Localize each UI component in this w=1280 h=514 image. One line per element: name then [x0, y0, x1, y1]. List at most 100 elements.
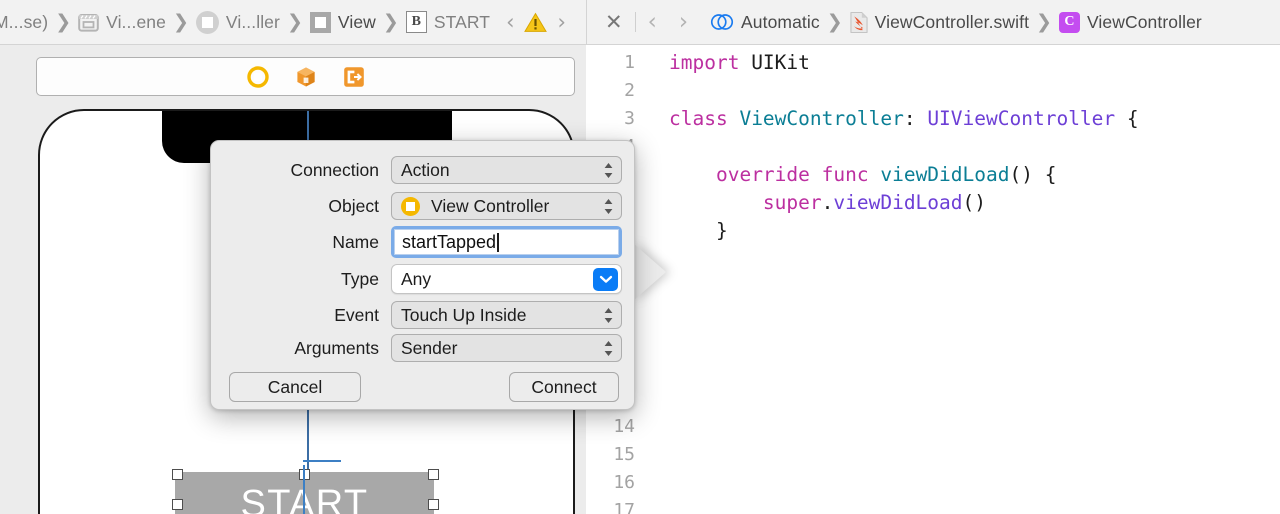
view-icon — [309, 11, 331, 33]
breadcrumb-label-project: M...se) — [0, 11, 49, 32]
code-token: ViewController — [739, 107, 904, 130]
form-row-arguments: Arguments Sender — [211, 333, 636, 363]
chevron-updown-icon — [601, 196, 615, 216]
connection-popup[interactable]: Action — [391, 156, 622, 184]
form-row-name: Name startTapped — [211, 225, 636, 259]
arguments-popup[interactable]: Sender — [391, 334, 622, 362]
code-token: : — [903, 107, 928, 130]
forward-button[interactable]: › — [679, 10, 688, 34]
breadcrumb-item-automatic[interactable]: Automatic — [710, 11, 820, 33]
class-icon: C — [1058, 11, 1080, 33]
breadcrumb-separator: ❯ — [1036, 10, 1052, 33]
arguments-value: Sender — [401, 337, 458, 358]
selection-handle-middle-left[interactable] — [172, 499, 183, 510]
line-number: 3 — [624, 108, 635, 129]
breadcrumb-label-button: START — [433, 11, 491, 32]
back-button[interactable]: ‹ — [648, 10, 657, 34]
exit-icon[interactable] — [343, 66, 365, 88]
label-event: Event — [334, 304, 379, 325]
text-caret — [497, 232, 499, 252]
issue-navigation-group: ‹ › — [506, 11, 566, 33]
breadcrumb-item-button[interactable]: B START — [405, 11, 491, 33]
code-line[interactable]: import UIKit — [669, 49, 810, 77]
breadcrumb-separator: ❯ — [55, 10, 72, 33]
form-row-event: Event Touch Up Inside — [211, 300, 636, 330]
scene-dock — [36, 57, 575, 96]
object-value: View Controller — [431, 195, 550, 216]
breadcrumb-separator: ❯ — [382, 10, 399, 33]
breadcrumb-separator: ❯ — [286, 10, 303, 33]
xcode-window: M...se) ❯ Vi...ene ❯ Vi...ller ❯ View — [0, 0, 1280, 514]
selection-handle-top-left[interactable] — [172, 469, 183, 480]
assistant-icon — [710, 11, 734, 33]
first-responder-icon[interactable] — [296, 66, 316, 88]
chevron-down-icon[interactable] — [593, 267, 618, 291]
breadcrumb-item-view-controller[interactable]: Vi...ller — [195, 10, 280, 34]
connect-button[interactable]: Connect — [509, 372, 619, 402]
chevron-updown-icon — [601, 305, 615, 325]
code-line[interactable]: super.viewDidLoad() — [669, 189, 986, 217]
breadcrumb-item-view[interactable]: View — [309, 11, 376, 33]
code-token: class — [669, 107, 728, 130]
label-type: Type — [341, 268, 379, 289]
code-token: UIViewController — [927, 107, 1116, 130]
form-row-type: Type Any — [211, 263, 636, 295]
button-icon: B — [405, 11, 427, 33]
code-token: { — [1115, 107, 1139, 130]
previous-issue-button[interactable]: ‹ — [506, 11, 514, 33]
event-popup[interactable]: Touch Up Inside — [391, 301, 622, 329]
breadcrumb-separator: ❯ — [826, 10, 843, 33]
warning-triangle-icon[interactable] — [524, 12, 548, 33]
line-number: 15 — [613, 444, 635, 465]
breadcrumb-item-project[interactable]: M...se) — [0, 12, 48, 33]
line-number: 17 — [613, 500, 635, 514]
line-number: 16 — [613, 472, 635, 493]
chevron-updown-icon — [601, 160, 615, 180]
code-token: () — [962, 191, 986, 214]
form-row-object: Object View Controller — [211, 191, 636, 221]
name-input-value: startTapped — [402, 231, 497, 252]
constraint-tick-top — [303, 460, 341, 463]
code-line[interactable]: override func viewDidLoad() { — [669, 161, 1056, 189]
popover-arrow — [633, 243, 666, 301]
cancel-button[interactable]: Cancel — [229, 372, 361, 402]
swift-file-icon — [850, 11, 868, 33]
label-arguments: Arguments — [294, 337, 379, 358]
breadcrumb-label-class: ViewController — [1086, 11, 1202, 32]
code-token: import — [669, 51, 740, 74]
code-line[interactable]: } — [669, 217, 728, 245]
view-controller-dock-icon[interactable] — [246, 65, 269, 88]
code-token: . — [821, 191, 834, 214]
selection-handle-middle-right[interactable] — [428, 499, 439, 510]
breadcrumb-label-automatic: Automatic — [741, 11, 820, 32]
breadcrumb-item-swift-file[interactable]: ViewController.swift — [850, 11, 1029, 33]
breadcrumb-item-class[interactable]: C ViewController — [1058, 11, 1202, 33]
event-value: Touch Up Inside — [401, 304, 527, 325]
divider — [634, 12, 636, 32]
selection-handle-top-right[interactable] — [428, 469, 439, 480]
close-editor-button[interactable]: ✕ — [605, 11, 623, 33]
breadcrumb-item-storyboard[interactable]: Vi...ene — [78, 12, 166, 33]
next-issue-button[interactable]: › — [557, 11, 565, 33]
chevron-updown-icon — [601, 338, 615, 358]
name-field-focus-ring: startTapped — [391, 226, 622, 258]
code-token: UIKit — [739, 51, 810, 74]
breadcrumb-label-swift-file: ViewController.swift — [874, 11, 1030, 32]
name-input[interactable]: startTapped — [394, 229, 619, 255]
label-name: Name — [332, 231, 379, 252]
type-combo-box[interactable]: Any — [391, 264, 622, 294]
object-popup[interactable]: View Controller — [391, 192, 622, 220]
connect-button-label: Connect — [531, 376, 597, 397]
code-token: } — [669, 219, 728, 242]
breadcrumb-separator: ❯ — [172, 10, 189, 33]
code-line[interactable]: class ViewController: UIViewController { — [669, 105, 1139, 133]
storyboard-icon — [78, 12, 99, 32]
view-controller-icon — [195, 10, 219, 34]
label-connection: Connection — [290, 159, 379, 180]
source-code-editor[interactable]: 1 import UIKit 2 3 class ViewController: UIV… — [587, 45, 1280, 514]
form-row-connection: Connection Action — [211, 155, 636, 185]
